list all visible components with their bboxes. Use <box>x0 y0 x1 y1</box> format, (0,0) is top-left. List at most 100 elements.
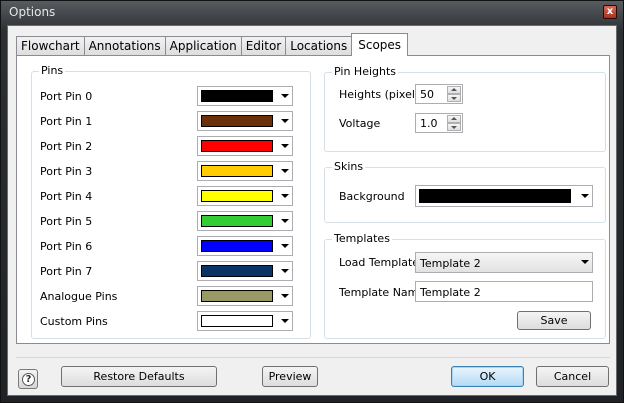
preview-button[interactable]: Preview <box>262 366 318 387</box>
load-template-select[interactable]: Template 2 <box>415 252 593 273</box>
pins-group: Pins Port Pin 0 Port Pin 1 Port Pin 2 Po… <box>31 64 311 339</box>
chevron-down-icon <box>581 260 589 264</box>
chevron-down-icon <box>281 319 289 323</box>
help-icon: ? <box>22 373 35 386</box>
chevron-down-icon <box>281 244 289 248</box>
color-swatch <box>201 90 273 102</box>
ok-button[interactable]: OK <box>451 366 524 387</box>
pin-heights-group: Pin Heights Heights (pixels) 50 Voltage … <box>324 65 606 152</box>
heights-label: Heights (pixels) <box>339 88 425 101</box>
close-button[interactable]: x <box>603 5 617 19</box>
pin-color-select[interactable] <box>197 211 293 231</box>
options-window: Options x Flowchart Annotations Applicat… <box>0 0 624 403</box>
pin-row: Port Pin 4 <box>40 186 302 206</box>
window-title: Options <box>9 5 56 19</box>
save-template-button[interactable]: Save <box>517 311 591 330</box>
heights-value: 50 <box>420 88 434 101</box>
pins-group-title: Pins <box>39 64 66 77</box>
template-name-value: Template 2 <box>420 286 481 299</box>
tab-editor[interactable]: Editor <box>240 36 287 56</box>
restore-defaults-button[interactable]: Restore Defaults <box>61 366 217 387</box>
pin-row: Port Pin 0 <box>40 86 302 106</box>
load-template-label: Load Template <box>339 256 420 269</box>
color-swatch <box>201 290 273 302</box>
pin-color-select[interactable] <box>197 86 293 106</box>
pin-color-select[interactable] <box>197 136 293 156</box>
pin-label: Port Pin 1 <box>40 115 93 128</box>
pin-color-select[interactable] <box>197 311 293 331</box>
color-swatch <box>419 189 571 203</box>
template-name-label: Template Name <box>339 286 426 299</box>
title-bar[interactable]: Options x <box>1 1 623 25</box>
skins-group: Skins Background <box>324 160 606 223</box>
tab-flowchart[interactable]: Flowchart <box>16 36 85 56</box>
pin-row: Port Pin 2 <box>40 136 302 156</box>
tab-scopes[interactable]: Scopes <box>351 33 409 56</box>
pin-label: Port Pin 4 <box>40 190 93 203</box>
pin-label: Port Pin 6 <box>40 240 93 253</box>
pin-label: Custom Pins <box>40 315 108 328</box>
pin-color-select[interactable] <box>197 261 293 281</box>
pin-row: Analogue Pins <box>40 286 302 306</box>
voltage-spinner[interactable]: 1.0 <box>415 113 463 133</box>
dialog-client: Flowchart Annotations Application Editor… <box>7 25 617 396</box>
pin-label: Port Pin 5 <box>40 215 93 228</box>
chevron-down-icon <box>281 294 289 298</box>
pin-row: Port Pin 6 <box>40 236 302 256</box>
load-template-value: Template 2 <box>420 257 481 270</box>
color-swatch <box>201 190 273 202</box>
heights-spinner[interactable]: 50 <box>415 84 463 104</box>
pin-row: Port Pin 3 <box>40 161 302 181</box>
spinner-buttons <box>447 115 461 131</box>
scopes-panel: Pins Port Pin 0 Port Pin 1 Port Pin 2 Po… <box>16 55 610 344</box>
tab-strip: Flowchart Annotations Application Editor… <box>16 33 409 56</box>
chevron-down-icon <box>281 194 289 198</box>
chevron-down-icon <box>281 144 289 148</box>
template-name-input[interactable]: Template 2 <box>415 281 593 302</box>
color-swatch <box>201 215 273 227</box>
background-label: Background <box>339 190 405 203</box>
spin-down-icon[interactable] <box>447 94 461 102</box>
spin-up-icon[interactable] <box>447 86 461 94</box>
pin-heights-title: Pin Heights <box>332 65 399 78</box>
help-button[interactable]: ? <box>18 369 38 389</box>
tab-locations[interactable]: Locations <box>285 36 353 56</box>
chevron-down-icon <box>281 119 289 123</box>
footer-divider <box>16 357 610 358</box>
pin-row: Custom Pins <box>40 311 302 331</box>
chevron-down-icon <box>281 219 289 223</box>
templates-group: Templates Load Template Template 2 Templ… <box>324 232 606 339</box>
pin-color-select[interactable] <box>197 161 293 181</box>
pin-label: Port Pin 2 <box>40 140 93 153</box>
pin-color-select[interactable] <box>197 236 293 256</box>
pin-row: Port Pin 5 <box>40 211 302 231</box>
color-swatch <box>201 165 273 177</box>
color-swatch <box>201 140 273 152</box>
templates-title: Templates <box>332 232 392 245</box>
pin-label: Port Pin 0 <box>40 90 93 103</box>
chevron-down-icon <box>281 94 289 98</box>
spinner-buttons <box>447 86 461 102</box>
chevron-down-icon <box>581 194 589 198</box>
color-swatch <box>201 240 273 252</box>
color-swatch <box>201 265 273 277</box>
spin-down-icon[interactable] <box>447 123 461 131</box>
voltage-label: Voltage <box>339 117 381 130</box>
pin-row: Port Pin 1 <box>40 111 302 131</box>
spin-up-icon[interactable] <box>447 115 461 123</box>
cancel-button[interactable]: Cancel <box>536 366 609 387</box>
color-swatch <box>201 315 273 327</box>
pin-label: Port Pin 3 <box>40 165 93 178</box>
chevron-down-icon <box>281 169 289 173</box>
pin-row: Port Pin 7 <box>40 261 302 281</box>
pin-color-select[interactable] <box>197 186 293 206</box>
background-color-select[interactable] <box>415 185 593 207</box>
pin-color-select[interactable] <box>197 286 293 306</box>
skins-title: Skins <box>332 160 366 173</box>
close-icon: x <box>606 6 614 17</box>
chevron-down-icon <box>281 269 289 273</box>
tab-annotations[interactable]: Annotations <box>83 36 166 56</box>
pin-label: Analogue Pins <box>40 290 118 303</box>
pin-color-select[interactable] <box>197 111 293 131</box>
tab-application[interactable]: Application <box>164 36 242 56</box>
